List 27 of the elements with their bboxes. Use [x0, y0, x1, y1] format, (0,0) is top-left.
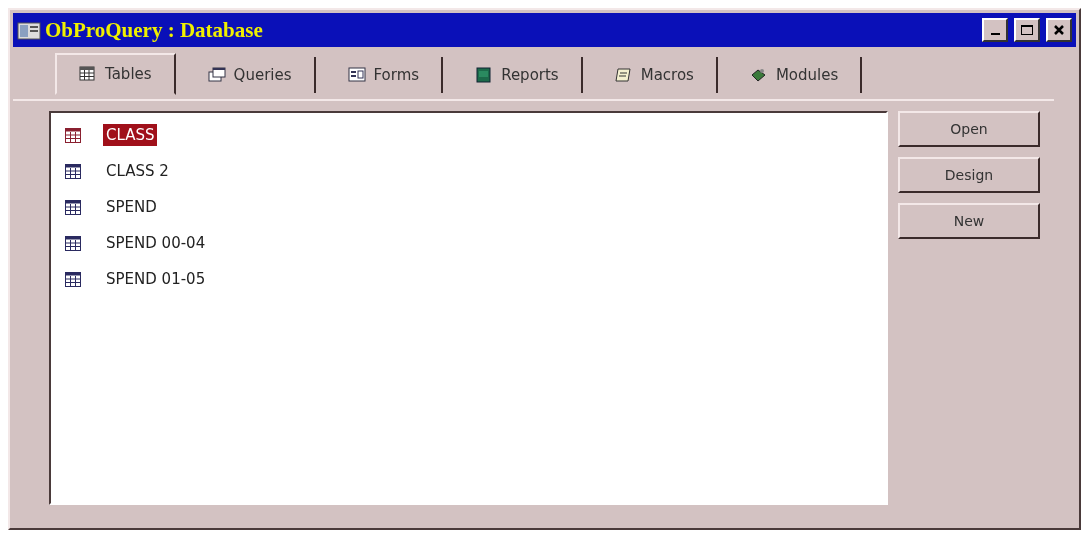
close-icon	[1053, 24, 1065, 36]
table-list-item[interactable]: CLASS	[103, 124, 158, 146]
form-icon	[347, 67, 366, 83]
table-list-item[interactable]: CLASS 2	[103, 160, 172, 182]
table-icon	[65, 127, 81, 143]
table-icon	[65, 271, 81, 287]
table-icon	[65, 163, 81, 179]
open-button[interactable]: Open	[898, 111, 1040, 147]
window-title: ObProQuery : Database	[45, 17, 264, 43]
report-icon	[475, 67, 494, 83]
table-icon	[79, 66, 97, 82]
table-icon	[65, 199, 81, 215]
maximize-button[interactable]	[1014, 18, 1040, 42]
database-icon	[17, 20, 41, 40]
tab[interactable]: Tables	[55, 53, 176, 95]
windows-icon	[207, 67, 226, 83]
minimize-button[interactable]	[982, 18, 1008, 42]
scroll-icon	[614, 67, 633, 83]
table-list-item[interactable]: SPEND 00-04	[103, 232, 209, 254]
close-button[interactable]	[1046, 18, 1072, 42]
table-list-item[interactable]: SPEND	[103, 196, 160, 218]
new-button[interactable]: New	[898, 203, 1040, 239]
maximize-icon	[1020, 24, 1034, 36]
table-icon	[65, 235, 81, 251]
minimize-icon	[990, 33, 1000, 35]
design-button[interactable]: Design	[898, 157, 1040, 193]
table-list-item[interactable]: SPEND 01-05	[103, 268, 209, 290]
